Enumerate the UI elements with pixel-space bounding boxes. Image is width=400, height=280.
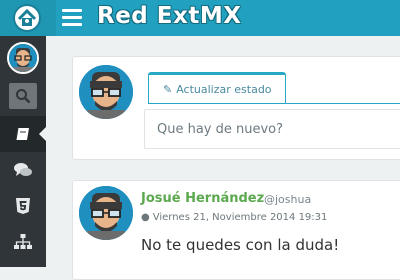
sidebar-item-tree[interactable] (0, 224, 46, 260)
post-author-avatar[interactable] (79, 186, 133, 240)
sidebar-item-avatar[interactable] (0, 38, 46, 78)
logo-box[interactable] (0, 0, 56, 36)
post-date-text: Viernes 21, Noviembre 2014 19:31 (152, 212, 328, 223)
status-input[interactable]: Que hay de nuevo? (144, 109, 400, 149)
house-logo-icon (13, 4, 41, 32)
pencil-icon: ✎ (163, 83, 173, 96)
user-avatar (7, 42, 39, 74)
sitemap-icon (14, 234, 32, 249)
post-author-name[interactable]: Josué Hernández (141, 191, 264, 206)
post-card: Josué Hernández @joshua ● Viernes 21, Nov… (72, 180, 400, 280)
status-composer: ✎ Actualizar estado Que hay de nuevo? (72, 56, 400, 160)
top-bar: Red ExtMX (0, 0, 400, 36)
chat-bubbles-icon (14, 163, 32, 176)
sidebar (0, 36, 47, 267)
globe-icon: ● (141, 212, 150, 223)
composer-avatar (79, 65, 133, 119)
sidebar-item-html5[interactable] (0, 188, 46, 224)
sidebar-item-search[interactable] (0, 80, 46, 112)
sidebar-item-notes[interactable] (0, 116, 47, 152)
book-icon (15, 127, 29, 141)
hamburger-icon[interactable] (62, 9, 82, 27)
sidebar-item-chat[interactable] (0, 152, 46, 188)
html5-icon (16, 198, 30, 214)
tab-label: Actualizar estado (176, 83, 272, 96)
post-date: ● Viernes 21, Noviembre 2014 19:31 (141, 212, 327, 223)
post-author-handle[interactable]: @joshua (264, 193, 311, 206)
brand-title: Red ExtMX (97, 3, 242, 29)
search-icon (9, 83, 37, 109)
tab-underline (148, 103, 400, 104)
tab-update-status[interactable]: ✎ Actualizar estado (148, 72, 286, 104)
status-placeholder: Que hay de nuevo? (157, 121, 284, 137)
post-text: No te quedes con la duda! (141, 236, 340, 254)
